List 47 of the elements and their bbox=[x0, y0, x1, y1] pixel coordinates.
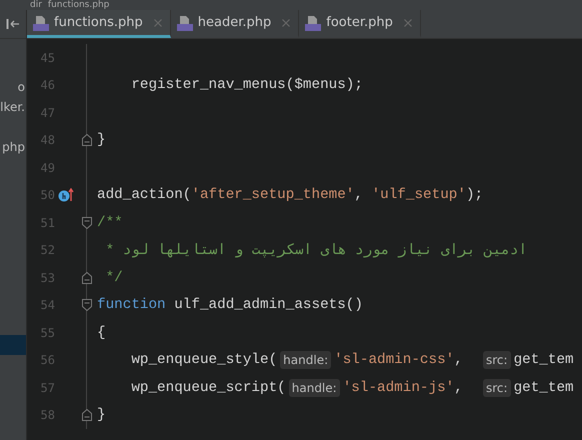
code-text: } bbox=[97, 132, 106, 148]
fold-icon[interactable] bbox=[82, 299, 92, 312]
string-literal: 'ulf_setup' bbox=[372, 187, 466, 204]
override-marker-icon[interactable] bbox=[58, 188, 74, 202]
string-literal: 'sl-admin-css' bbox=[334, 352, 454, 368]
php-file-icon bbox=[33, 14, 49, 30]
fold-icon[interactable] bbox=[82, 272, 92, 284]
tab-label: footer.php bbox=[326, 15, 393, 30]
breadcrumb[interactable]: dir bbox=[30, 0, 42, 10]
keyword: function bbox=[97, 297, 166, 314]
string-literal: 'sl-admin-js' bbox=[342, 380, 454, 396]
code-text: , bbox=[354, 187, 364, 204]
project-tree-item[interactable]: o bbox=[0, 77, 26, 97]
parameter-hint: handle: bbox=[288, 378, 340, 397]
parameter-hint: handle: bbox=[280, 351, 332, 370]
file-tab[interactable]: footer.php bbox=[299, 10, 421, 38]
code-text: ulf_add_admin_assets() bbox=[173, 297, 363, 314]
file-tab[interactable]: header.php bbox=[170, 10, 300, 38]
code-text: wp_enqueue_style( bbox=[130, 352, 278, 368]
code-comment: * ادمین برای نیاز مورد های اسکریپت و استایلها لود bbox=[104, 242, 528, 259]
code-text: add_action( bbox=[97, 187, 192, 204]
code-text: register_nav_menus($menus); bbox=[130, 77, 363, 94]
code-text: { bbox=[97, 324, 106, 341]
project-tree-item[interactable]: lker. bbox=[0, 97, 26, 117]
code-text: get_tem bbox=[514, 352, 574, 368]
parameter-hint: src: bbox=[483, 378, 511, 397]
collapse-panel-icon[interactable] bbox=[6, 18, 20, 30]
code-text: } bbox=[97, 407, 106, 424]
php-file-icon bbox=[176, 14, 193, 30]
code-text: ); bbox=[466, 187, 484, 204]
code-text: , bbox=[454, 352, 464, 368]
tab-label: header.php bbox=[198, 15, 272, 30]
php-file-icon bbox=[305, 14, 322, 30]
fold-icon[interactable] bbox=[82, 216, 92, 229]
code-text: get_tem bbox=[514, 380, 574, 396]
file-tab[interactable]: functions.php bbox=[27, 10, 171, 38]
code-comment: */ bbox=[104, 270, 123, 286]
string-literal: 'after_setup_theme' bbox=[191, 187, 354, 204]
fold-icon[interactable] bbox=[82, 409, 92, 422]
code-text: , bbox=[454, 380, 464, 396]
code-comment: /** bbox=[97, 214, 123, 231]
code-text: wp_enqueue_script( bbox=[130, 380, 286, 396]
parameter-hint: src: bbox=[483, 351, 511, 370]
breadcrumb[interactable]: functions.php bbox=[48, 0, 110, 10]
fold-icon[interactable] bbox=[82, 134, 92, 146]
project-tree-item[interactable]: php bbox=[0, 137, 26, 157]
tab-label: functions.php bbox=[54, 15, 143, 30]
